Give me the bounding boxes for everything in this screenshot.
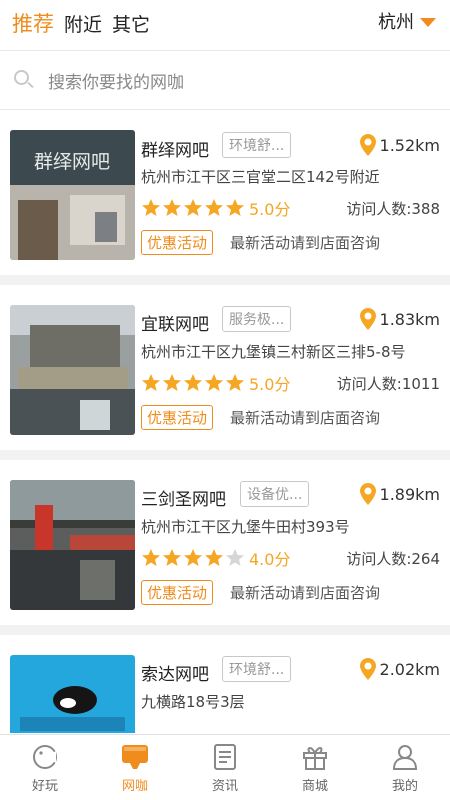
nav-item-profile[interactable]: 我的 bbox=[360, 735, 450, 800]
shop-photo: 群绎网吧 bbox=[10, 130, 135, 260]
rating-score: 5.0分 bbox=[249, 375, 291, 394]
shop-card[interactable]: 宜联网吧 服务极... 1.83km 杭州市江干区九堡镇三村新区三排5-8号 5… bbox=[0, 285, 450, 450]
star-filled-icon bbox=[184, 374, 202, 391]
star-filled-icon bbox=[142, 374, 160, 391]
star-filled-icon bbox=[142, 549, 160, 566]
shop-tag: 服务极... bbox=[222, 306, 292, 332]
gift-icon bbox=[303, 746, 327, 770]
city-selector[interactable]: 杭州 bbox=[378, 8, 436, 34]
star-filled-icon bbox=[163, 199, 181, 216]
rating-stars: 5.0分 bbox=[141, 196, 290, 220]
tab-nearby[interactable]: 附近 bbox=[64, 10, 102, 37]
news-icon bbox=[214, 743, 236, 770]
location-pin-icon bbox=[359, 134, 376, 156]
nav-label: 商城 bbox=[301, 778, 328, 794]
nav-label: 我的 bbox=[391, 778, 418, 794]
star-filled-icon bbox=[205, 199, 223, 216]
rating-stars: 5.0分 bbox=[141, 371, 290, 395]
star-filled-icon bbox=[184, 549, 202, 566]
shop-name[interactable]: 索达网吧 bbox=[141, 660, 209, 685]
shop-address: 杭州市江干区三官堂二区142号附近 bbox=[141, 168, 380, 186]
promo-badge[interactable]: 优惠活动 bbox=[141, 405, 214, 430]
rating-score: 5.0分 bbox=[249, 200, 291, 219]
tab-recommend[interactable]: 推荐 bbox=[12, 8, 54, 38]
shop-distance: 1.83km bbox=[359, 308, 440, 330]
shop-name[interactable]: 三剑圣网吧 bbox=[141, 485, 226, 510]
shop-distance: 1.52km bbox=[359, 134, 440, 156]
divider bbox=[0, 450, 450, 460]
svg-text:群绎网吧: 群绎网吧 bbox=[34, 151, 110, 173]
shop-card[interactable]: 群绎网吧 群绎网吧 环境舒... 1.52km 杭州市江干区三官堂二区142号附… bbox=[0, 118, 450, 275]
nav-label: 好玩 bbox=[31, 778, 58, 794]
visitor-count: 访问人数:388 bbox=[346, 200, 440, 218]
location-pin-icon bbox=[359, 483, 376, 505]
shop-distance: 2.02km bbox=[359, 658, 440, 680]
rating-score: 4.0分 bbox=[249, 550, 291, 569]
nav-item-netcafe[interactable]: 网咖 bbox=[90, 735, 180, 800]
star-filled-icon bbox=[184, 199, 202, 216]
star-filled-icon bbox=[205, 374, 223, 391]
divider bbox=[0, 625, 450, 635]
rating-stars: 4.0分 bbox=[141, 546, 290, 570]
shop-address: 九横路18号3层 bbox=[141, 693, 245, 711]
nav-label: 资讯 bbox=[211, 778, 238, 794]
search-bar[interactable]: 搜索你要找的网咖 bbox=[0, 50, 450, 110]
divider bbox=[0, 275, 450, 285]
bottom-nav: 好玩 网咖 资讯 商城 我的 bbox=[0, 734, 450, 800]
shop-photo bbox=[10, 480, 135, 610]
shop-tag: 设备优... bbox=[240, 481, 310, 507]
location-pin-icon bbox=[359, 658, 376, 680]
shop-distance: 1.89km bbox=[359, 483, 440, 505]
star-filled-icon bbox=[163, 374, 181, 391]
location-pin-icon bbox=[359, 308, 376, 330]
nav-item-news[interactable]: 资讯 bbox=[180, 735, 270, 800]
star-filled-icon bbox=[226, 199, 244, 216]
shop-address: 杭州市江干区九堡镇三村新区三排5-8号 bbox=[141, 343, 406, 361]
shop-photo bbox=[10, 655, 135, 733]
visitor-count: 访问人数:1011 bbox=[336, 375, 440, 393]
shop-card[interactable]: 索达网吧 环境舒... 2.02km 九横路18号3层 bbox=[0, 635, 450, 733]
promo-text: 最新活动请到店面咨询 bbox=[230, 234, 381, 252]
star-empty-icon bbox=[226, 549, 244, 566]
city-label: 杭州 bbox=[378, 12, 414, 33]
promo-text: 最新活动请到店面咨询 bbox=[230, 584, 381, 602]
shop-address: 杭州市江干区九堡牛田村393号 bbox=[141, 518, 350, 536]
promo-badge[interactable]: 优惠活动 bbox=[141, 580, 214, 605]
shop-tag: 环境舒... bbox=[222, 656, 292, 682]
shop-photo bbox=[10, 305, 135, 435]
profile-icon bbox=[392, 744, 418, 770]
nav-item-mall[interactable]: 商城 bbox=[270, 735, 360, 800]
tab-other[interactable]: 其它 bbox=[112, 10, 150, 37]
star-filled-icon bbox=[142, 199, 160, 216]
dropdown-triangle-icon bbox=[420, 17, 436, 27]
star-filled-icon bbox=[226, 374, 244, 391]
promo-badge[interactable]: 优惠活动 bbox=[141, 230, 214, 255]
shop-name[interactable]: 宜联网吧 bbox=[141, 310, 209, 335]
promo-text: 最新活动请到店面咨询 bbox=[230, 409, 381, 427]
nav-item-play[interactable]: 好玩 bbox=[0, 735, 90, 800]
monitor-icon bbox=[122, 744, 148, 769]
star-filled-icon bbox=[163, 549, 181, 566]
shop-tag: 环境舒... bbox=[222, 132, 292, 158]
shop-name[interactable]: 群绎网吧 bbox=[141, 136, 209, 161]
play-icon bbox=[33, 744, 57, 769]
nav-label: 网咖 bbox=[121, 778, 148, 794]
visitor-count: 访问人数:264 bbox=[346, 550, 440, 568]
shop-card[interactable]: 三剑圣网吧 设备优... 1.89km 杭州市江干区九堡牛田村393号 4.0分… bbox=[0, 460, 450, 625]
shop-list[interactable]: 群绎网吧 群绎网吧 环境舒... 1.52km 杭州市江干区三官堂二区142号附… bbox=[0, 118, 450, 733]
search-placeholder: 搜索你要找的网咖 bbox=[48, 72, 184, 93]
star-filled-icon bbox=[205, 549, 223, 566]
search-icon bbox=[14, 70, 34, 90]
